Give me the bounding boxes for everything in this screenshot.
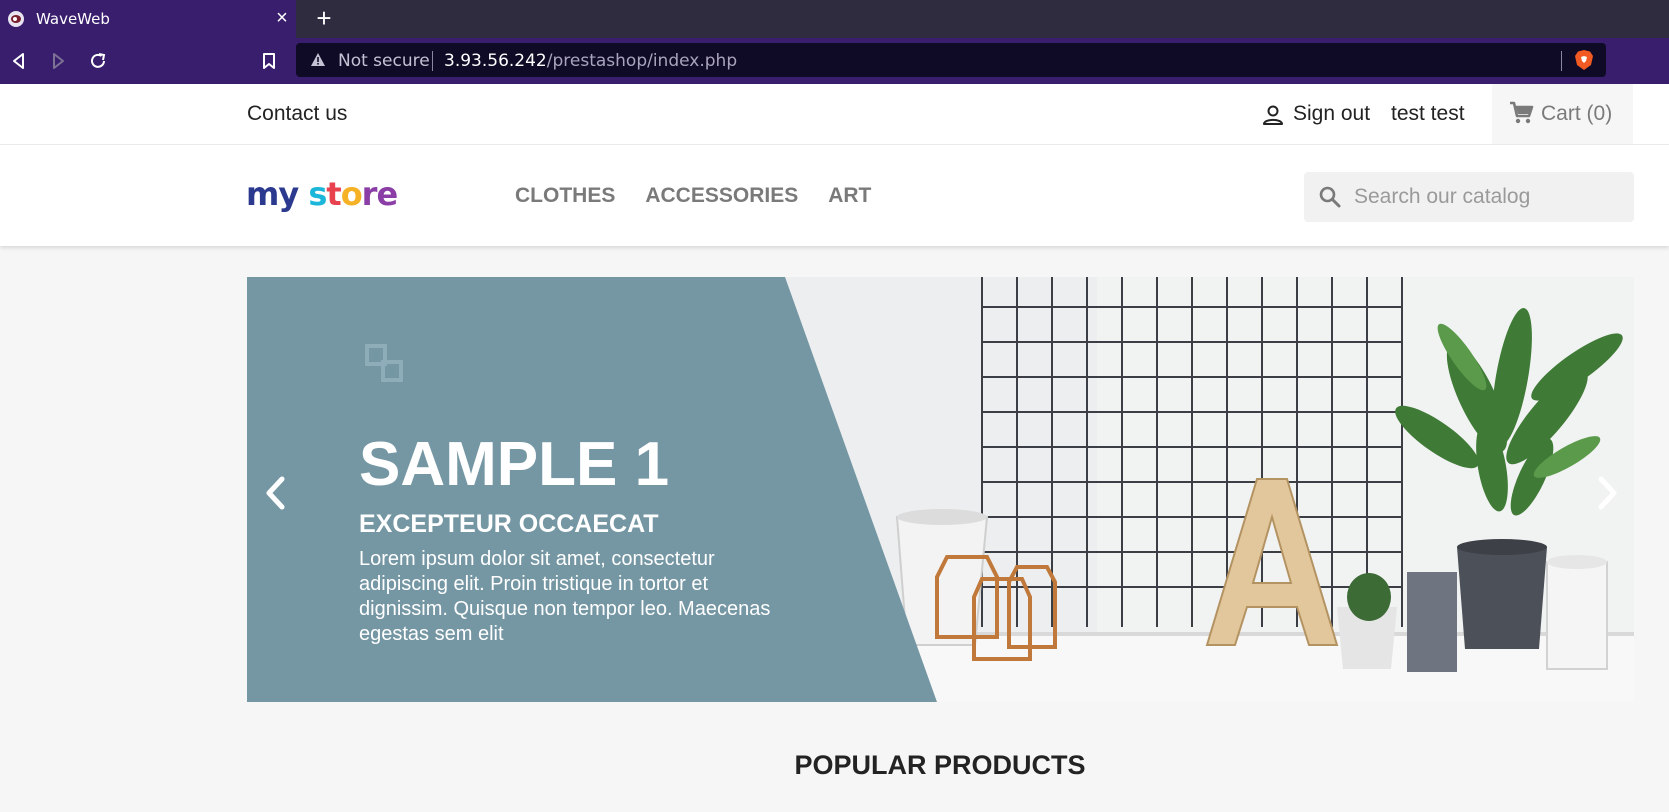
main-menu: Clothes Accessories Art	[515, 184, 871, 208]
browser-tabstrip: WaveWeb × +	[0, 0, 1669, 38]
cart-label: Cart (0)	[1541, 102, 1612, 126]
tab-title: WaveWeb	[36, 10, 110, 28]
logo-part-re: re	[361, 175, 398, 213]
new-tab-button[interactable]: +	[313, 5, 335, 31]
address-separator-right	[1561, 51, 1562, 71]
logo-part-my: my	[246, 175, 299, 213]
tab-close-icon[interactable]: ×	[272, 8, 292, 28]
search-input[interactable]	[1354, 172, 1624, 222]
slide-description: Lorem ipsum dolor sit amet, consectetur …	[359, 548, 771, 645]
header-main: my store Clothes Accessories Art	[0, 145, 1669, 246]
back-icon[interactable]	[6, 48, 32, 74]
menu-item-art[interactable]: Art	[828, 184, 871, 208]
cart-button[interactable]: Cart (0)	[1492, 84, 1633, 144]
forward-icon[interactable]	[45, 48, 71, 74]
shopping-cart-icon	[1508, 100, 1534, 126]
security-status-label[interactable]: Not secure	[338, 51, 430, 71]
search-widget	[1304, 172, 1634, 222]
account-name-link[interactable]: test test	[1391, 102, 1465, 126]
cart-text: Cart	[1541, 102, 1581, 125]
url-host: 3.93.56.242	[444, 51, 547, 71]
logo-part-o: o	[340, 175, 363, 213]
address-separator	[432, 51, 433, 71]
browser-tab-active[interactable]: WaveWeb ×	[0, 0, 296, 38]
popular-products-heading: Popular Products	[794, 750, 1086, 780]
sign-out-link[interactable]: Sign out	[1293, 102, 1370, 126]
carousel-prev-arrow-icon[interactable]	[259, 473, 291, 513]
slide-subtitle: EXCEPTEUR OCCAECAT	[359, 510, 659, 538]
address-bar[interactable]: Not secure 3.93.56.242/prestashop/index.…	[296, 43, 1606, 77]
menu-item-clothes[interactable]: Clothes	[515, 184, 615, 208]
bookmark-icon[interactable]	[256, 48, 282, 74]
user-icon[interactable]	[1262, 104, 1284, 126]
search-icon[interactable]	[1318, 185, 1342, 209]
warning-icon[interactable]	[310, 52, 326, 72]
browser-toolbar: Not secure 3.93.56.242/prestashop/index.…	[0, 38, 1669, 84]
site-favicon-icon	[8, 11, 24, 27]
logo-part-s: s	[308, 175, 327, 213]
homepage-carousel[interactable]: SAMPLE 1 EXCEPTEUR OCCAECAT Lorem ipsum …	[247, 277, 1634, 702]
cart-count: (0)	[1586, 102, 1613, 125]
url-text[interactable]: 3.93.56.242/prestashop/index.php	[444, 51, 737, 71]
slide-title: SAMPLE 1	[359, 430, 670, 499]
header-nav: Contact us Sign out test test Cart (0)	[0, 84, 1669, 145]
store-logo[interactable]: my store	[246, 175, 398, 213]
reload-icon[interactable]	[85, 48, 111, 74]
brave-shield-icon[interactable]	[1574, 49, 1594, 71]
url-path: /prestashop/index.php	[546, 51, 738, 71]
menu-item-accessories[interactable]: Accessories	[645, 184, 798, 208]
carousel-next-arrow-icon[interactable]	[1592, 473, 1624, 513]
logo-part-t: t	[326, 175, 341, 213]
contact-us-link[interactable]: Contact us	[247, 102, 347, 126]
decorative-squares-icon	[365, 344, 403, 382]
